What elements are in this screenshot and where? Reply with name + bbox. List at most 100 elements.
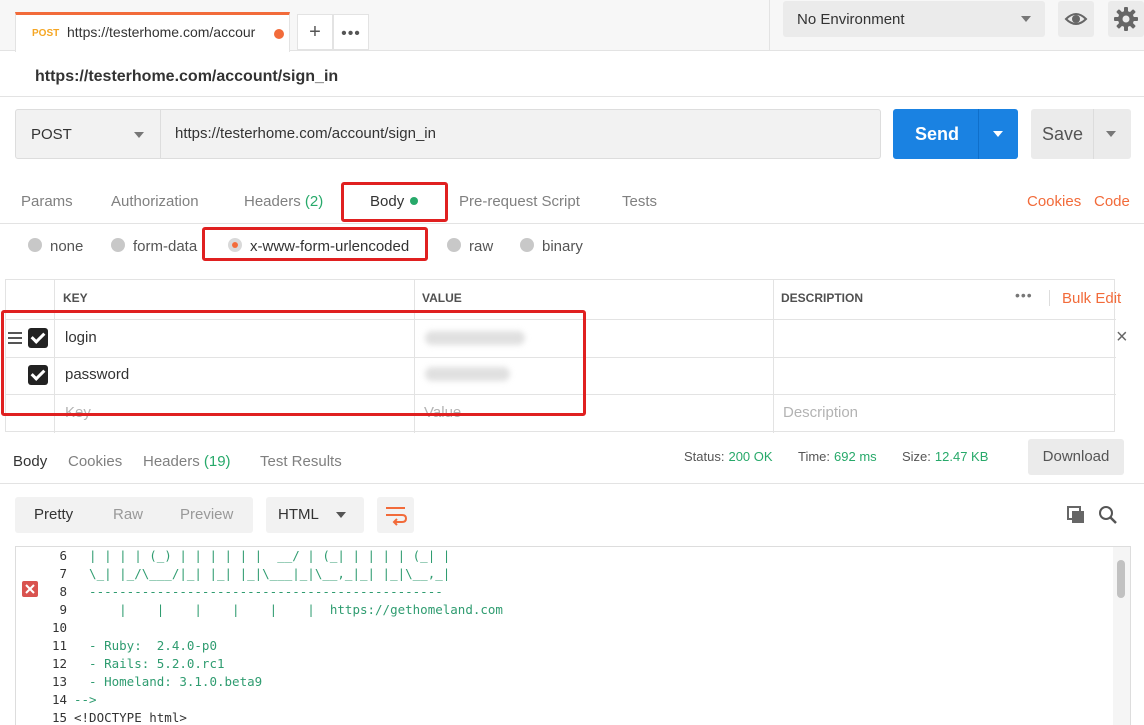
response-tab-body[interactable]: Body	[13, 453, 47, 470]
environment-quick-look-button[interactable]	[1058, 1, 1094, 37]
radio-icon	[447, 238, 461, 252]
code-text: <!DOCTYPE html>	[74, 710, 187, 725]
response-tab-test-results[interactable]: Test Results	[260, 453, 342, 470]
tab-headers[interactable]: Headers (2)	[244, 193, 323, 210]
search-icon[interactable]	[1098, 505, 1118, 528]
radio-icon	[111, 238, 125, 252]
save-button[interactable]: Save	[1031, 109, 1131, 159]
view-pretty[interactable]: Pretty	[34, 506, 73, 523]
line-number: 10	[51, 620, 67, 635]
more-icon: •••	[341, 25, 361, 42]
view-raw[interactable]: Raw	[113, 506, 143, 523]
format-label: HTML	[278, 506, 319, 523]
value-column-header: VALUE	[422, 291, 462, 305]
code-link[interactable]: Code	[1094, 193, 1130, 210]
tab-headers-count: (2)	[304, 193, 324, 210]
close-icon[interactable]: ×	[1116, 326, 1128, 349]
line-number: 15	[51, 710, 67, 725]
view-preview[interactable]: Preview	[180, 506, 233, 523]
format-select[interactable]: HTML	[266, 497, 364, 533]
save-label: Save	[1042, 124, 1084, 144]
line-number: 11	[51, 638, 67, 653]
response-tab-cookies[interactable]: Cookies	[68, 453, 122, 470]
response-tab-headers[interactable]: Headers (19)	[143, 453, 231, 470]
chevron-down-icon[interactable]	[993, 131, 1003, 137]
code-text: - Rails: 5.2.0.rc1	[74, 656, 225, 671]
description-column-header: DESCRIPTION	[781, 291, 864, 305]
line-number: 9	[59, 602, 67, 617]
tab-authorization[interactable]: Authorization	[111, 193, 199, 210]
status-label: Status:	[684, 449, 725, 464]
code-line: 14 -->	[16, 692, 97, 710]
copy-icon[interactable]	[1066, 505, 1086, 528]
code-line: 10	[16, 620, 67, 638]
line-number: 14	[51, 692, 67, 707]
code-line: 12 - Rails: 5.2.0.rc1	[16, 656, 225, 674]
tab-headers-label: Headers	[244, 193, 301, 210]
request-tab-method: POST	[32, 28, 60, 39]
code-text: - Ruby: 2.4.0-p0	[74, 638, 217, 653]
radio-raw-label: raw	[469, 238, 494, 255]
method-label: POST	[31, 126, 72, 143]
code-line: 13 - Homeland: 3.1.0.beta9	[16, 674, 262, 692]
request-name: https://testerhome.com/account/sign_in	[35, 68, 339, 85]
line-number: 6	[59, 548, 67, 563]
time-indicator: Time: 692 ms	[798, 449, 877, 464]
code-line: 9 | | | | | | https://gethomeland.com	[16, 602, 503, 620]
code-line: 15 <!DOCTYPE html>	[16, 710, 187, 725]
wrap-lines-icon	[386, 507, 408, 526]
status-value: 200 OK	[728, 449, 773, 464]
divider	[1049, 290, 1050, 306]
tab-prerequest-script[interactable]: Pre-request Script	[459, 193, 580, 210]
manage-environments-button[interactable]	[1108, 1, 1144, 37]
divider	[0, 223, 1144, 224]
error-icon	[22, 581, 38, 597]
highlight-box	[341, 182, 448, 222]
tab-more-button[interactable]: •••	[333, 14, 369, 50]
tab-params[interactable]: Params	[21, 193, 73, 210]
response-body-editor[interactable]: 6 | | | | (_) | | | | | | __/ | (_| | | …	[15, 546, 1131, 725]
code-text: | | | | (_) | | | | | | __/ | (_| | | | …	[74, 548, 451, 563]
cookies-link[interactable]: Cookies	[1027, 193, 1081, 210]
highlight-box	[202, 227, 428, 261]
request-tab[interactable]: POST https://testerhome.com/accour	[15, 12, 290, 52]
method-select[interactable]: POST	[15, 109, 161, 159]
radio-binary[interactable]: binary	[520, 238, 583, 258]
radio-raw[interactable]: raw	[447, 238, 493, 258]
url-input[interactable]: https://testerhome.com/account/sign_in	[160, 109, 881, 159]
scrollbar-thumb[interactable]	[1117, 560, 1125, 598]
response-tab-headers-count: (19)	[203, 453, 231, 470]
wrap-lines-button[interactable]	[377, 497, 414, 533]
bulk-edit-link[interactable]: Bulk Edit	[1062, 290, 1121, 307]
more-options-icon[interactable]: •••	[1015, 287, 1033, 303]
environment-select[interactable]: No Environment	[783, 1, 1045, 37]
request-tab-url: https://testerhome.com/accour	[67, 24, 256, 40]
response-tab-headers-label: Headers	[143, 453, 200, 470]
send-button[interactable]: Send	[893, 109, 1018, 159]
code-line: 11 - Ruby: 2.4.0-p0	[16, 638, 217, 656]
time-value: 692 ms	[834, 449, 877, 464]
divider	[769, 0, 770, 51]
radio-none[interactable]: none	[28, 238, 83, 258]
eye-icon	[1064, 13, 1088, 25]
chevron-down-icon[interactable]	[1106, 131, 1116, 137]
gear-icon	[1114, 7, 1138, 31]
divider	[1093, 109, 1094, 159]
key-column-header: KEY	[63, 291, 88, 305]
radio-form-data[interactable]: form-data	[111, 238, 197, 258]
radio-icon	[520, 238, 534, 252]
new-tab-button[interactable]: +	[297, 14, 333, 50]
code-line: 6 | | | | (_) | | | | | | __/ | (_| | | …	[16, 548, 450, 566]
code-text: \_| |_/\___/|_| |_| |_|\___|_|\__,_|_| |…	[74, 566, 451, 581]
radio-none-label: none	[50, 238, 84, 255]
tab-tests[interactable]: Tests	[622, 193, 657, 210]
divider	[0, 483, 1144, 484]
line-number: 12	[51, 656, 67, 671]
description-input[interactable]: Description	[783, 404, 858, 421]
radio-binary-label: binary	[542, 238, 583, 255]
status-indicator: Status: 200 OK	[684, 449, 773, 464]
download-button[interactable]: Download	[1028, 439, 1124, 475]
size-label: Size:	[902, 449, 931, 464]
chevron-down-icon	[1021, 16, 1031, 22]
divider	[978, 109, 979, 159]
